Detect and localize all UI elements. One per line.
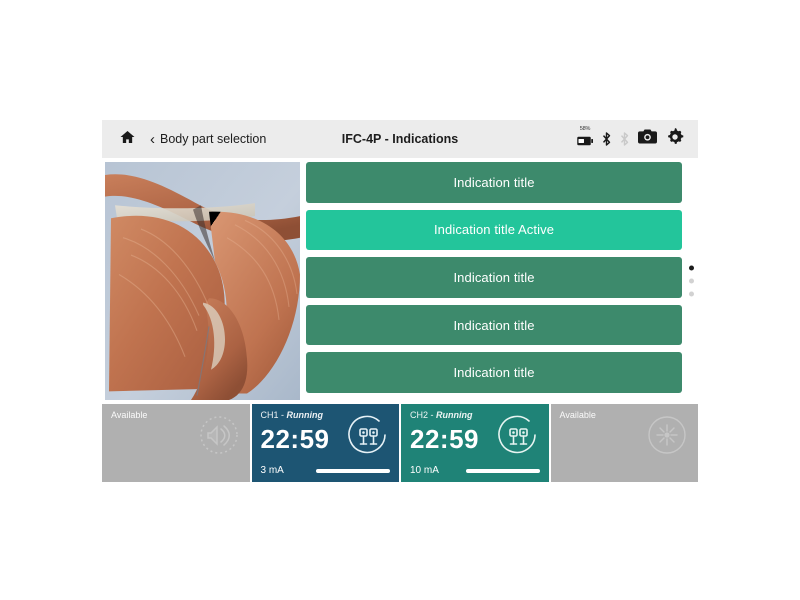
chevron-left-icon: ‹ — [150, 130, 155, 148]
back-label: Body part selection — [160, 132, 267, 146]
channel-ch1-intensity-slider[interactable] — [316, 469, 390, 473]
indication-button[interactable]: Indication title — [306, 352, 682, 393]
bluetooth-icon — [602, 131, 611, 147]
indication-list: Indication title Indication title Active… — [300, 162, 694, 400]
pagination-dot-3[interactable] — [689, 291, 694, 297]
battery-status: 58% — [577, 125, 593, 151]
electrode-pads-icon — [495, 412, 541, 458]
channel-ch2-footer: 10 mA — [410, 466, 540, 476]
channel-ch2-state: Running — [436, 410, 473, 420]
channel-ch2-current: 10 mA — [410, 465, 439, 476]
channel-ch1[interactable]: CH1 - Running 22:59 3 mA — [249, 404, 399, 482]
pagination-dot-1[interactable] — [689, 265, 694, 271]
back-to-body-part-selection[interactable]: ‹ Body part selection — [150, 132, 266, 147]
channel-ch1-footer: 3 mA — [260, 465, 390, 476]
channel-ch1-name: CH1 — [260, 410, 279, 420]
channel-ch2[interactable]: CH2 - Running 22:59 10 mA — [399, 404, 549, 482]
indication-button[interactable]: Indication title — [306, 304, 682, 346]
app-header: ‹ Body part selection IFC-4P - Indicatio… — [102, 120, 698, 158]
anatomy-image[interactable] — [105, 162, 300, 400]
electrode-pads-icon — [345, 412, 391, 458]
channel-ch2-separator: - — [428, 410, 437, 420]
channel-ch2-name: CH2 — [410, 410, 429, 420]
home-button[interactable] — [116, 128, 138, 150]
main-content: Indication title Indication title Active… — [102, 158, 698, 400]
gear-icon — [666, 127, 684, 151]
camera-button[interactable] — [638, 129, 657, 149]
settings-button[interactable] — [666, 127, 684, 151]
channel-ch1-separator: - — [278, 410, 287, 420]
channel-bar: Available CH1 - Running 22:59 3 mA CH2 -… — [102, 404, 698, 482]
wifi-icon — [620, 131, 629, 147]
indication-button[interactable]: Indication title — [306, 257, 682, 298]
channel-ch2-intensity-slider[interactable] — [465, 469, 540, 473]
pagination-dots[interactable] — [689, 265, 694, 297]
ultrasound-icon — [196, 412, 242, 458]
indication-button-active[interactable]: Indication title Active — [306, 209, 682, 251]
channel-ch1-state: Running — [286, 410, 324, 420]
camera-icon — [638, 129, 657, 149]
status-icon-tray: 58% — [577, 125, 684, 151]
indication-button[interactable]: Indication title — [306, 162, 682, 203]
pagination-dot-2[interactable] — [689, 278, 694, 284]
home-icon — [119, 129, 136, 150]
channel-slot-laser[interactable]: Available — [548, 404, 698, 482]
channel-ch1-current: 3 mA — [260, 465, 284, 476]
channel-slot-ultrasound[interactable]: Available — [102, 404, 250, 482]
battery-icon — [577, 133, 593, 151]
battery-percent-label: 58% — [579, 125, 591, 132]
device-screen: ‹ Body part selection IFC-4P - Indicatio… — [102, 120, 698, 482]
laser-icon — [644, 412, 690, 458]
